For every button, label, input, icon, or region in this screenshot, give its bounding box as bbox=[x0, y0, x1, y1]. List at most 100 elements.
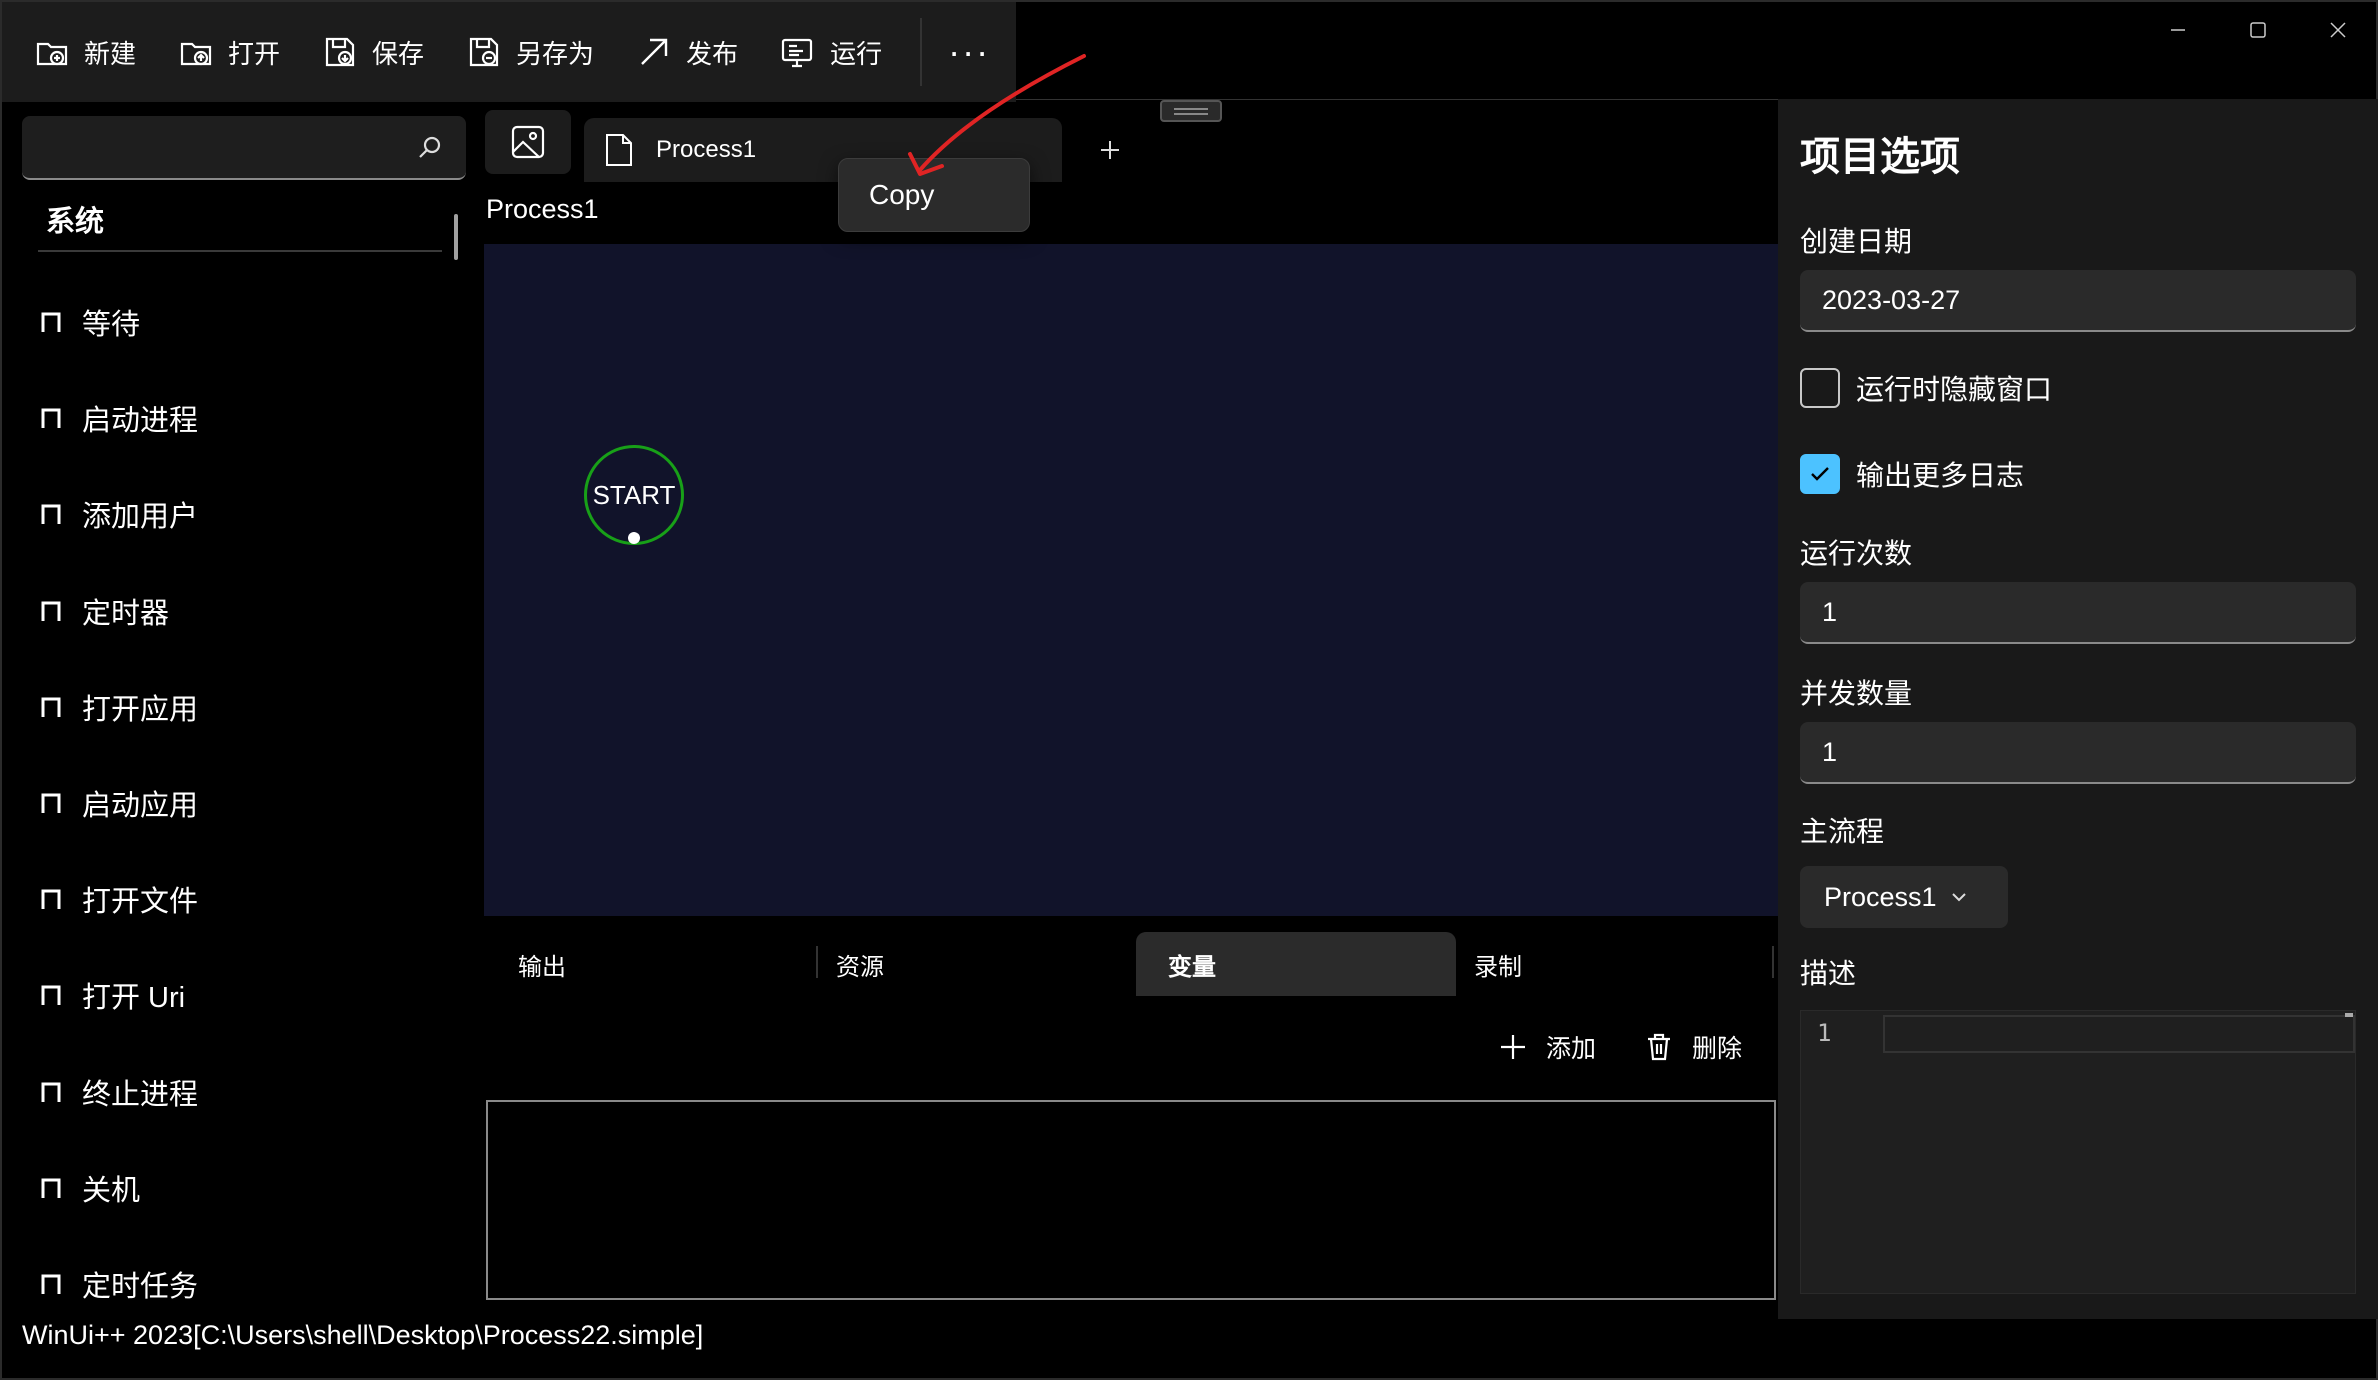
main-flow-value: Process1 bbox=[1824, 881, 1937, 912]
start-node[interactable]: START bbox=[584, 445, 684, 545]
app-window: 新建 打开 保存 另存为 发布 运行 ··· 系统 等待 启动进程 添加用户 定… bbox=[0, 0, 2378, 1380]
start-node-port[interactable] bbox=[628, 532, 640, 544]
save-icon bbox=[325, 37, 355, 67]
line-number: 1 bbox=[1817, 1019, 1832, 1047]
toolbar-separator bbox=[920, 18, 923, 86]
bottom-tab-separator bbox=[1772, 946, 1774, 978]
node-bracket-icon bbox=[41, 985, 61, 1005]
command-toolbar: 新建 打开 保存 另存为 发布 运行 ··· bbox=[2, 2, 1016, 102]
sidebar-item-label: 添加用户 bbox=[82, 501, 199, 533]
new-button[interactable]: 新建 bbox=[30, 17, 162, 87]
tab-label: Process1 bbox=[656, 136, 757, 163]
sidebar-item[interactable]: 添加用户 bbox=[40, 484, 198, 544]
description-label: 描述 bbox=[1800, 958, 1857, 989]
close-button[interactable] bbox=[2298, 2, 2378, 58]
verbose-log-label: 输出更多日志 bbox=[1856, 460, 2025, 491]
sidebar-item-label: 定时任务 bbox=[82, 1271, 199, 1303]
description-editor[interactable]: 1 bbox=[1800, 1010, 2356, 1294]
search-icon[interactable] bbox=[416, 134, 444, 162]
sidebar-item[interactable]: 终止进程 bbox=[40, 1062, 198, 1122]
main-flow-label: 主流程 bbox=[1800, 816, 1885, 847]
sidebar-scrollbar[interactable] bbox=[454, 214, 458, 260]
tab-resources[interactable]: 资源 bbox=[804, 932, 1122, 996]
document-icon bbox=[606, 134, 632, 166]
search-input[interactable] bbox=[22, 116, 466, 180]
save-as-label: 另存为 bbox=[516, 38, 595, 69]
run-monitor-icon bbox=[781, 38, 813, 68]
panel-resize-grip[interactable] bbox=[1160, 100, 1222, 122]
save-label: 保存 bbox=[372, 38, 425, 69]
save-as-button[interactable]: 另存为 bbox=[462, 17, 620, 87]
save-button[interactable]: 保存 bbox=[318, 17, 450, 87]
sidebar-item[interactable]: 等待 bbox=[40, 292, 140, 352]
sidebar-item[interactable]: 定时任务 bbox=[40, 1254, 198, 1314]
hide-window-checkbox[interactable]: 运行时隐藏窗口 bbox=[1800, 368, 2052, 408]
publish-arrow-icon bbox=[641, 38, 668, 65]
sidebar-item[interactable]: 打开应用 bbox=[40, 677, 198, 737]
sidebar-item-label: 关机 bbox=[82, 1175, 141, 1207]
maximize-icon bbox=[2250, 22, 2266, 38]
sidebar-item-label: 启动进程 bbox=[82, 405, 199, 437]
delete-label: 删除 bbox=[1692, 1035, 1743, 1063]
verbose-log-checkbox[interactable]: 输出更多日志 bbox=[1800, 454, 2024, 494]
sidebar-item[interactable]: 启动进程 bbox=[40, 388, 198, 448]
close-icon bbox=[2330, 22, 2346, 38]
sidebar-item[interactable]: 启动应用 bbox=[40, 773, 198, 833]
new-file-icon bbox=[36, 42, 68, 66]
sidebar-item[interactable]: 定时器 bbox=[40, 581, 169, 641]
add-variable-button[interactable]: 添加 bbox=[1498, 1020, 1596, 1074]
image-view-tab[interactable] bbox=[485, 110, 571, 174]
open-label: 打开 bbox=[228, 38, 281, 69]
sidebar-item-label: 定时器 bbox=[82, 598, 170, 630]
plus-icon bbox=[1101, 141, 1119, 159]
checkbox-box[interactable] bbox=[1800, 454, 1840, 494]
editor-current-line[interactable] bbox=[1883, 1015, 2355, 1053]
main-flow-dropdown[interactable]: Process1 bbox=[1800, 866, 2008, 928]
run-count-label: 运行次数 bbox=[1800, 538, 1913, 569]
created-date-label: 创建日期 bbox=[1800, 226, 1913, 257]
properties-title: 项目选项 bbox=[1800, 135, 1960, 179]
minimize-icon bbox=[2171, 29, 2185, 31]
sidebar-item-label: 打开应用 bbox=[82, 694, 199, 726]
sidebar-item[interactable]: 打开文件 bbox=[40, 869, 198, 929]
category-divider bbox=[38, 250, 442, 252]
node-bracket-icon bbox=[41, 1274, 61, 1294]
sidebar-item[interactable]: 关机 bbox=[40, 1158, 140, 1218]
open-button[interactable]: 打开 bbox=[174, 17, 306, 87]
publish-button[interactable]: 发布 bbox=[632, 17, 764, 87]
tab-variables[interactable]: 变量 bbox=[1136, 932, 1456, 996]
tab-output[interactable]: 输出 bbox=[486, 932, 806, 996]
add-tab-button[interactable] bbox=[1090, 130, 1130, 170]
sidebar-item[interactable]: 打开 Uri bbox=[40, 965, 185, 1025]
trash-icon bbox=[1648, 1033, 1670, 1061]
status-bar: WinUi++ 2023[C:\Users\shell\Desktop\Proc… bbox=[22, 1320, 704, 1350]
new-label: 新建 bbox=[84, 38, 137, 69]
delete-variable-button[interactable]: 删除 bbox=[1644, 1020, 1742, 1074]
sidebar-item-label: 终止进程 bbox=[82, 1079, 199, 1111]
node-bracket-icon bbox=[41, 601, 61, 621]
minimize-button[interactable] bbox=[2138, 2, 2218, 58]
node-bracket-icon bbox=[41, 1178, 61, 1198]
node-bracket-icon bbox=[41, 312, 61, 332]
checkbox-box[interactable] bbox=[1800, 368, 1840, 408]
created-date-field[interactable]: 2023-03-27 bbox=[1800, 270, 2356, 332]
more-options-button[interactable]: ··· bbox=[934, 17, 1004, 87]
editor-scrollbar[interactable] bbox=[2345, 1013, 2353, 1017]
start-node-label: START bbox=[592, 479, 676, 510]
save-as-icon bbox=[469, 37, 499, 67]
process-canvas[interactable] bbox=[484, 244, 1778, 916]
hide-window-label: 运行时隐藏窗口 bbox=[1856, 374, 2053, 405]
maximize-button[interactable] bbox=[2218, 2, 2298, 58]
variables-list[interactable] bbox=[486, 1100, 1776, 1300]
tab-recording[interactable]: 录制 bbox=[1442, 932, 1762, 996]
run-button[interactable]: 运行 bbox=[776, 17, 908, 87]
node-bracket-icon bbox=[41, 1082, 61, 1102]
context-menu-copy[interactable]: Copy bbox=[838, 158, 1030, 232]
sidebar-item-label: 打开文件 bbox=[82, 886, 199, 918]
node-bracket-icon bbox=[41, 889, 61, 909]
node-bracket-icon bbox=[41, 793, 61, 813]
run-count-field[interactable]: 1 bbox=[1800, 582, 2356, 644]
concurrency-field[interactable]: 1 bbox=[1800, 722, 2356, 784]
sidebar-item-label: 打开 Uri bbox=[82, 982, 186, 1014]
canvas-title: Process1 bbox=[486, 194, 599, 224]
